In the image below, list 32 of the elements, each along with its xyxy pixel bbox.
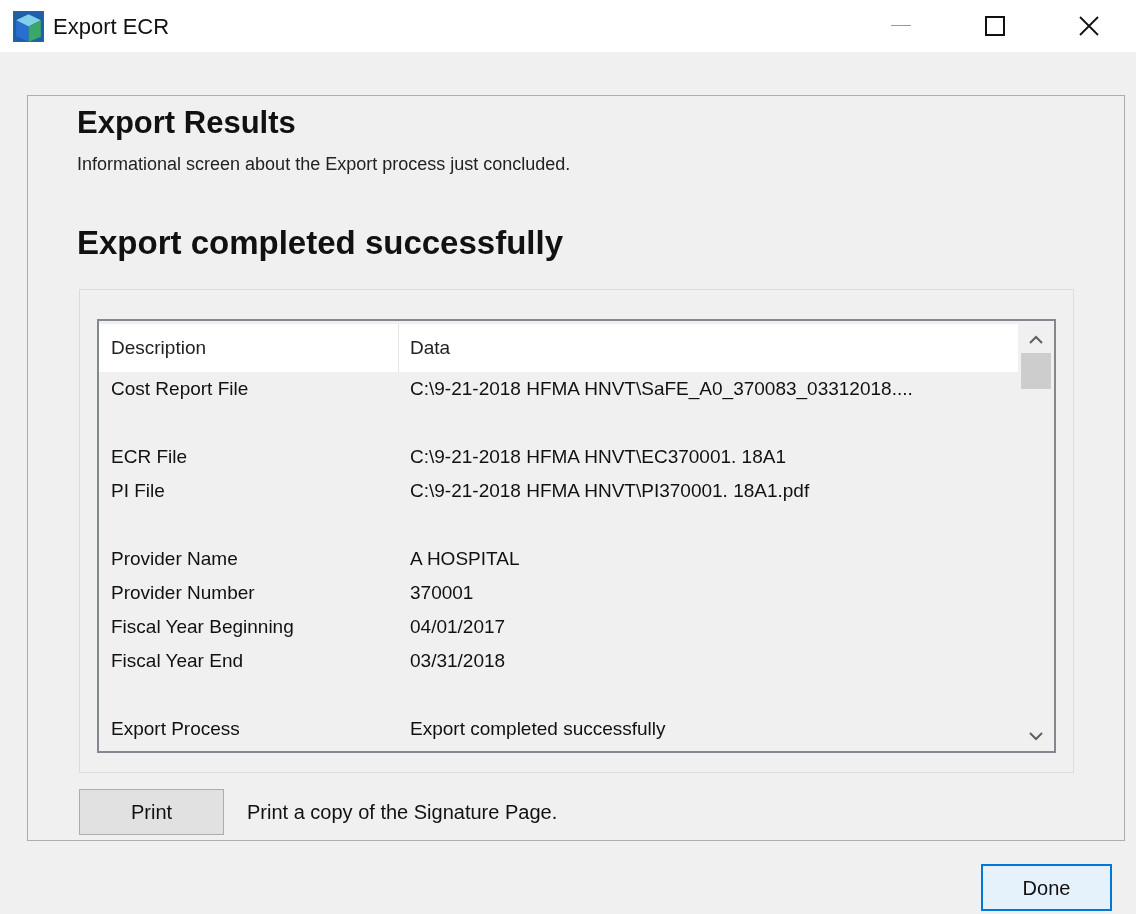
table-cell-text: 370001 (410, 580, 474, 605)
scroll-down-icon[interactable] (1029, 732, 1043, 741)
app-icon (12, 9, 45, 43)
scroll-thumb[interactable] (1021, 353, 1051, 389)
table-cell-text: 03/31/2018 (410, 648, 506, 673)
table-cell-text: Provider Number (111, 580, 256, 605)
table-cell-text: A HOSPITAL (410, 546, 520, 571)
column-header[interactable]: Data (399, 324, 1018, 372)
done-button[interactable]: Done (981, 864, 1112, 911)
scroll-up-icon[interactable] (1029, 335, 1043, 344)
print-button[interactable]: Print (79, 789, 224, 835)
table-cell-text: Provider Name (111, 546, 239, 571)
page-heading: Export Results (77, 104, 297, 142)
table-cell-text: Export Process (111, 716, 241, 741)
maximize-icon[interactable] (985, 16, 1005, 36)
print-description: Print a copy of the Signature Page. (247, 800, 558, 825)
table-cell-text: ECR File (111, 444, 188, 469)
table-cell-text: Cost Report File (111, 376, 250, 401)
table-cell-text: Fiscal Year Beginning (111, 614, 295, 639)
page-description: Informational screen about the Export process just concluded. (77, 152, 572, 176)
table-cell-text: 04/01/2017 (410, 614, 506, 639)
table-cell-text: C:\9-21-2018 HFMA HNVT\SaFE_A0_370083_03312018.... (410, 376, 913, 402)
table-cell-text: C:\9-21-2018 HFMA HNVT\EC370001. 18A1 (410, 444, 786, 469)
close-icon[interactable] (1079, 16, 1099, 36)
table-cell-text: Export completed successfully (410, 716, 666, 741)
window-title: Export ECR (53, 12, 170, 41)
column-header[interactable]: Description (99, 324, 399, 372)
table-cell-text: PI File (111, 478, 166, 503)
table-cell-text: Fiscal Year End (111, 648, 245, 673)
table-cell-text: C:\9-21-2018 HFMA HNVT\PI370001. 18A1.pdf (410, 478, 810, 503)
minimize-icon[interactable] (891, 25, 911, 27)
status-heading: Export completed successfully (77, 222, 564, 263)
